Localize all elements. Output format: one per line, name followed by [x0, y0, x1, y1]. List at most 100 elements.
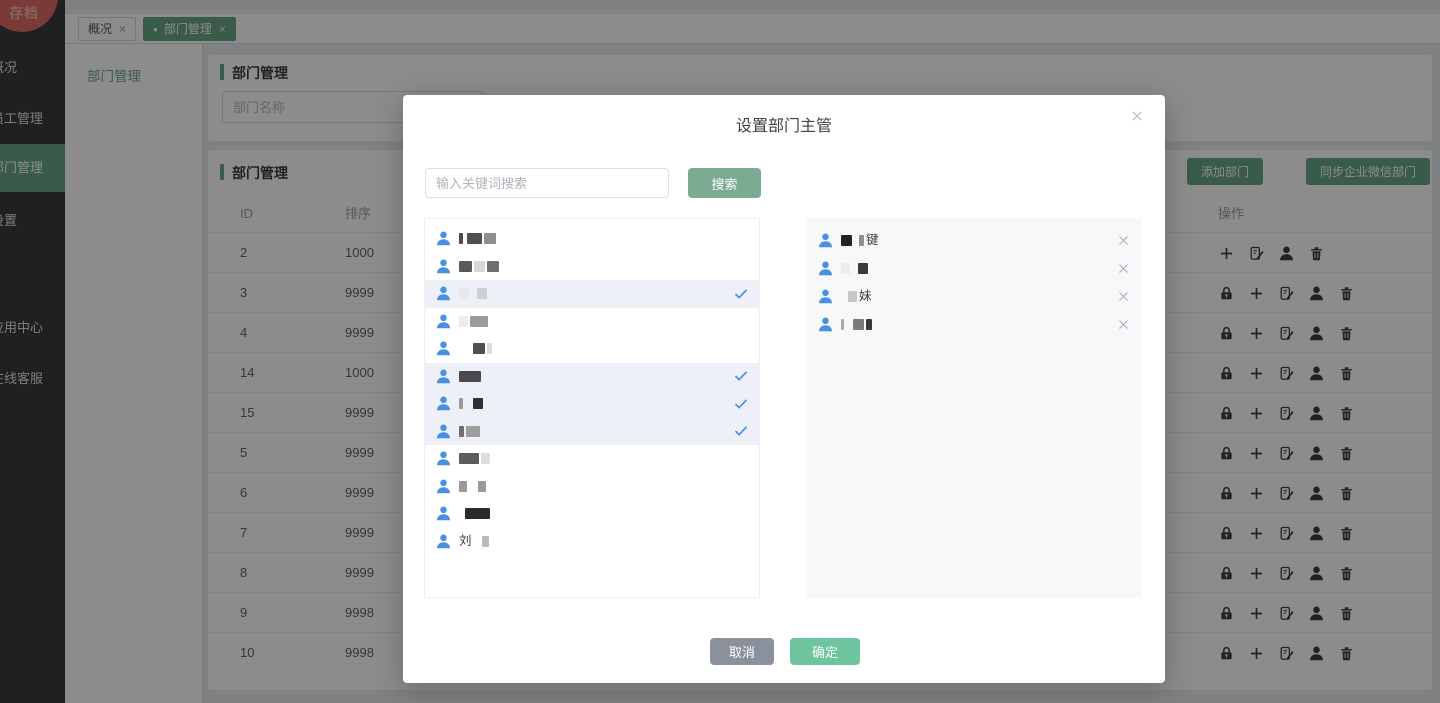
check-icon	[733, 368, 749, 384]
check-icon	[733, 423, 749, 439]
member-option[interactable]	[425, 390, 759, 418]
member-candidate-list: 刘	[424, 218, 760, 598]
remove-icon[interactable]	[1116, 261, 1131, 276]
redacted-name-block	[481, 535, 489, 547]
redacted-name-block	[487, 260, 499, 272]
name-fragment: 键	[866, 232, 879, 247]
redacted-name-block	[858, 262, 868, 274]
selected-member	[807, 310, 1141, 338]
person-icon	[435, 313, 452, 330]
member-option[interactable]	[425, 362, 759, 390]
name-fragment: 妹	[859, 288, 872, 303]
redacted-name-block	[484, 233, 496, 245]
redacted-name-block	[459, 260, 472, 272]
remove-icon[interactable]	[1116, 317, 1131, 332]
redacted-name-block	[473, 398, 483, 410]
redacted-name-block	[459, 233, 463, 245]
redacted-name-block	[477, 288, 487, 300]
redacted-name-block	[459, 453, 479, 465]
person-icon	[435, 340, 452, 357]
redacted-name-block	[853, 318, 864, 330]
member-name: 键	[841, 234, 879, 247]
redacted-name-block	[459, 288, 469, 300]
member-option[interactable]	[425, 500, 759, 528]
person-icon	[435, 505, 452, 522]
keyword-search-input[interactable]	[425, 168, 669, 198]
search-button[interactable]: 搜索	[688, 168, 761, 198]
person-icon	[435, 423, 452, 440]
person-icon	[435, 230, 452, 247]
selected-member: 键	[807, 226, 1141, 254]
member-name	[459, 453, 492, 465]
member-option[interactable]	[425, 280, 759, 308]
redacted-name-block	[459, 315, 468, 327]
selected-member-list: 键妹	[807, 218, 1141, 598]
check-icon	[733, 396, 749, 412]
member-name	[459, 288, 489, 300]
member-option[interactable]: 刘	[425, 528, 759, 556]
remove-icon[interactable]	[1116, 233, 1131, 248]
redacted-name-block	[459, 370, 481, 382]
person-icon	[435, 258, 452, 275]
redacted-name-block	[470, 315, 488, 327]
dialog-close-icon[interactable]	[1129, 108, 1145, 124]
redacted-name-block	[841, 262, 850, 274]
person-icon	[435, 450, 452, 467]
redacted-name-block	[459, 480, 467, 492]
person-icon	[435, 285, 452, 302]
redacted-name-block	[473, 343, 485, 355]
dialog-title: 设置部门主管	[735, 118, 832, 135]
redacted-name-block	[487, 343, 492, 355]
app-root: 概况× ●部门管理× 部门管理 存档 概况 员工管理 部门管理 设置 应用中心 …	[0, 0, 1440, 703]
redacted-name-block	[848, 290, 857, 302]
redacted-name-block	[866, 318, 872, 330]
member-name	[459, 508, 492, 520]
person-icon	[817, 288, 834, 305]
redacted-name-block	[466, 425, 480, 437]
redacted-name-block	[467, 233, 482, 245]
member-option[interactable]	[425, 308, 759, 336]
redacted-name-block	[841, 234, 852, 246]
confirm-button[interactable]: 确定	[790, 638, 860, 665]
member-name	[459, 260, 501, 272]
redacted-name-block	[474, 260, 485, 272]
redacted-name-block	[459, 425, 464, 437]
member-option[interactable]	[425, 417, 759, 445]
member-option[interactable]	[425, 335, 759, 363]
member-name: 妹	[841, 290, 872, 303]
person-icon	[817, 316, 834, 333]
person-icon	[817, 260, 834, 277]
member-name	[459, 398, 485, 410]
member-name	[459, 343, 494, 355]
member-option[interactable]	[425, 445, 759, 473]
member-option[interactable]	[425, 225, 759, 253]
member-name	[459, 315, 490, 327]
redacted-name-block	[481, 453, 490, 465]
remove-icon[interactable]	[1116, 289, 1131, 304]
member-name	[459, 233, 498, 245]
member-name: 刘	[459, 535, 491, 548]
person-icon	[435, 478, 452, 495]
member-option[interactable]	[425, 473, 759, 501]
member-name	[841, 318, 874, 330]
member-name	[841, 262, 870, 274]
member-name	[459, 480, 488, 492]
member-option[interactable]	[425, 253, 759, 281]
redacted-name-block	[478, 480, 486, 492]
cancel-button[interactable]: 取消	[710, 638, 774, 665]
person-icon	[435, 368, 452, 385]
redacted-name-block	[841, 318, 844, 330]
set-department-manager-dialog: 设置部门主管 搜索 刘 键妹 取消 确定	[403, 95, 1165, 683]
redacted-name-block	[465, 508, 490, 520]
redacted-name-block	[459, 398, 463, 410]
person-icon	[435, 395, 452, 412]
redacted-name-block	[859, 234, 864, 246]
name-fragment: 刘	[459, 534, 472, 548]
member-name	[459, 370, 483, 382]
selected-member	[807, 254, 1141, 282]
person-icon	[817, 232, 834, 249]
check-icon	[733, 286, 749, 302]
person-icon	[435, 533, 452, 550]
selected-member: 妹	[807, 282, 1141, 310]
member-name	[459, 425, 482, 437]
